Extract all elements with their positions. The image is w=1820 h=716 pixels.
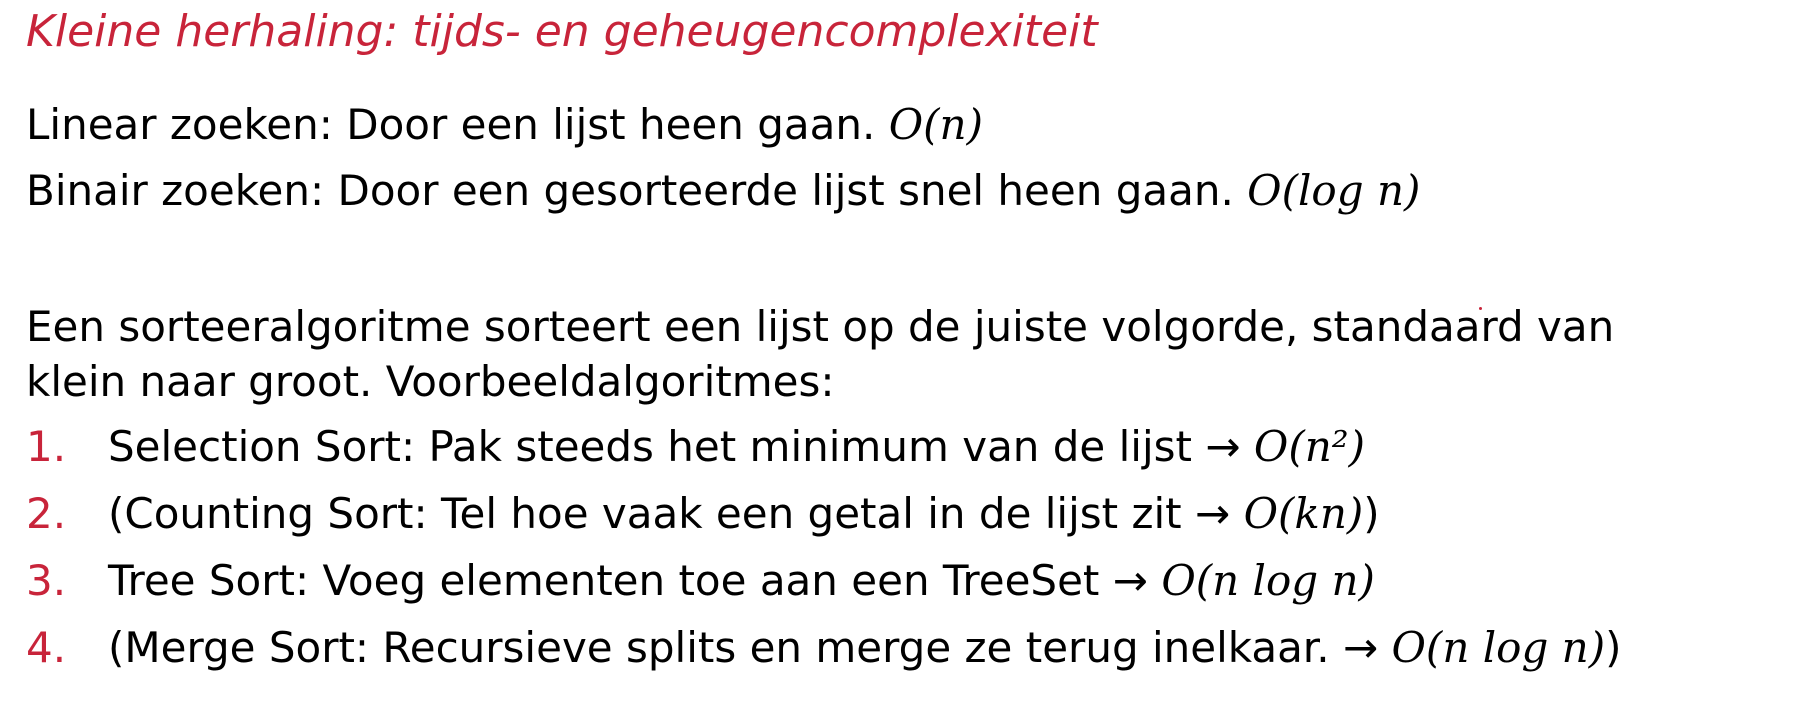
complexity: O(n log n)	[1391, 623, 1606, 672]
complexity: O(n log n)	[1161, 556, 1375, 605]
linear-search-text: Linear zoeken: Door een lijst heen gaan.	[26, 100, 876, 149]
arrow-icon: →	[1195, 489, 1231, 538]
list-suffix: )	[1363, 489, 1380, 538]
list-number: 4.	[26, 623, 67, 672]
list-text: (Merge Sort: Recursieve splits en merge …	[108, 623, 1330, 672]
intro-line-1: Een sorteeralgoritme sorteert een lijst …	[26, 302, 1615, 351]
list-text: (Counting Sort: Tel hoe vaak een getal i…	[108, 489, 1182, 538]
list-number: 2.	[26, 489, 67, 538]
list-item: 1. Selection Sort: Pak steeds het minimum…	[26, 426, 1365, 468]
complexity: O(kn)	[1243, 489, 1364, 538]
list-text: Selection Sort: Pak steeds het minimum v…	[108, 422, 1192, 471]
list-item: 3. Tree Sort: Voeg elementen toe aan een …	[26, 560, 1375, 602]
linear-search-complexity: O(n)	[888, 100, 983, 149]
linear-search-line: Linear zoeken: Door een lijst heen gaan.…	[26, 104, 983, 146]
list-suffix: )	[1605, 623, 1622, 672]
binary-search-text: Binair zoeken: Door een gesorteerde lijs…	[26, 166, 1234, 215]
list-item: 2. (Counting Sort: Tel hoe vaak een getal…	[26, 493, 1380, 535]
binary-search-line: Binair zoeken: Door een gesorteerde lijs…	[26, 170, 1420, 212]
list-text: Tree Sort: Voeg elementen toe aan een Tr…	[108, 556, 1100, 605]
red-dot-mark	[1479, 307, 1482, 310]
list-number: 1.	[26, 422, 67, 471]
arrow-icon: →	[1342, 623, 1379, 672]
arrow-icon: →	[1205, 422, 1241, 471]
intro-line-2: klein naar groot. Voorbeeldalgoritmes:	[26, 357, 835, 406]
binary-search-complexity: O(log n)	[1247, 166, 1421, 215]
slide-title: Kleine herhaling: tijds- en geheugencomp…	[26, 6, 1098, 57]
complexity: O(n²)	[1253, 422, 1365, 471]
arrow-icon: →	[1112, 556, 1148, 605]
list-item: 4. (Merge Sort: Recursieve splits en merg…	[26, 627, 1622, 669]
list-number: 3.	[26, 556, 67, 605]
